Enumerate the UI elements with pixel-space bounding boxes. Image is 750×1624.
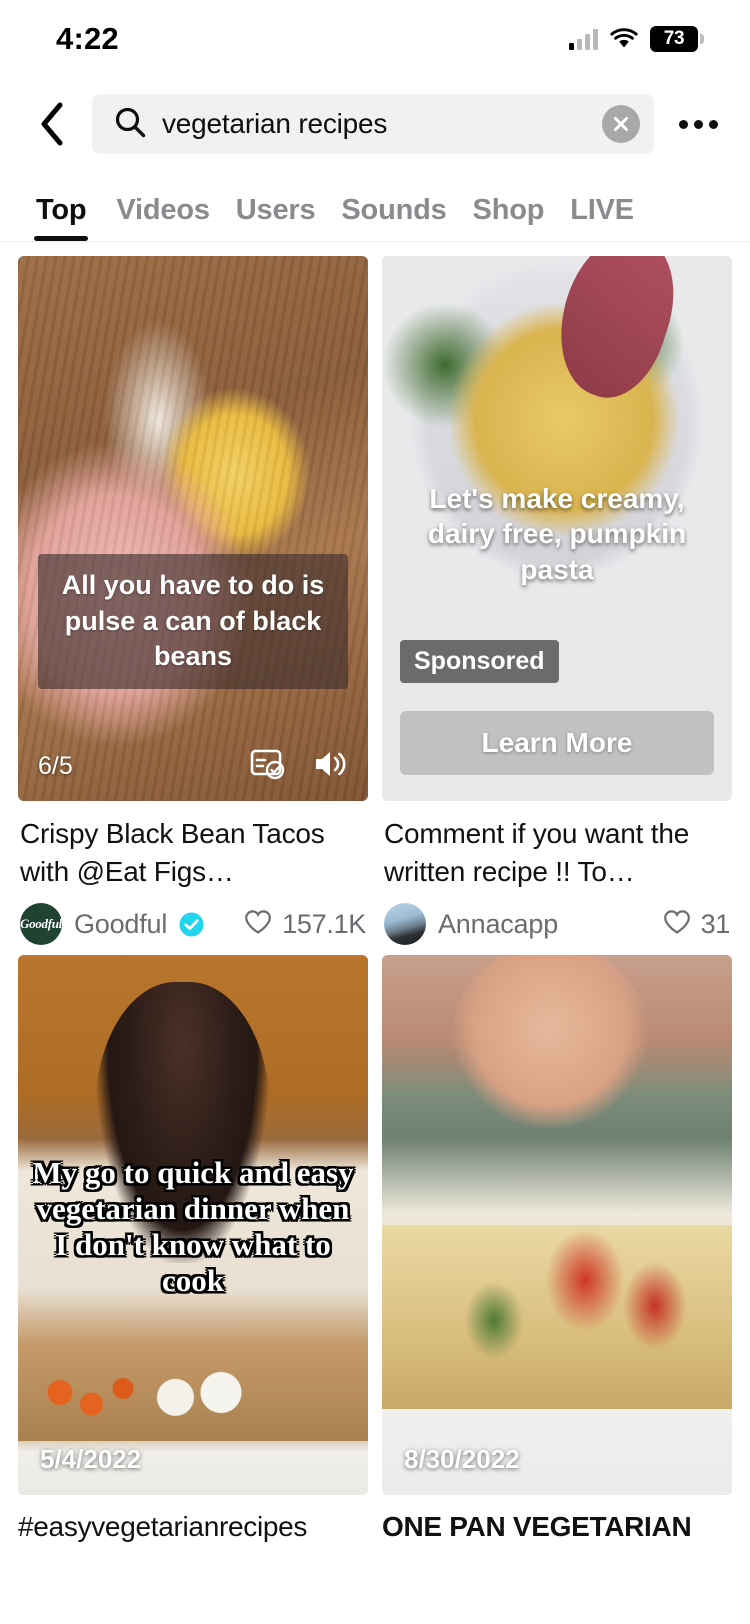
tab-users[interactable]: Users <box>236 194 342 241</box>
tab-shop[interactable]: Shop <box>473 194 571 241</box>
verified-badge-icon <box>179 912 204 937</box>
search-header: vegetarian recipes <box>0 78 750 170</box>
like-count-group: 31 <box>663 909 730 940</box>
video-title: Comment if you want the written recipe !… <box>384 818 690 888</box>
status-indicators: 73 <box>569 26 704 52</box>
video-thumbnail[interactable]: All you have to do is pulse a can of bla… <box>18 256 368 801</box>
status-time: 4:22 <box>56 21 119 56</box>
like-count-group: 157.1K <box>244 909 366 940</box>
video-date: 8/30/2022 <box>404 1444 520 1475</box>
thumbnail-image <box>18 256 368 801</box>
like-count: 157.1K <box>282 908 366 939</box>
search-query-text: vegetarian recipes <box>162 108 388 139</box>
more-options-icon[interactable] <box>672 98 724 150</box>
search-icon <box>114 106 146 143</box>
author-info[interactable]: Annacapp <box>384 903 559 946</box>
volume-on-icon[interactable] <box>312 748 348 785</box>
tab-live[interactable]: LIVE <box>570 194 660 241</box>
video-thumbnail[interactable]: My go to quick and easy vegetarian dinne… <box>18 955 368 1496</box>
video-title: Crispy Black Bean Tacos with @Eat Figs… <box>20 818 325 888</box>
wifi-icon <box>610 28 638 50</box>
cellular-signal-icon <box>569 28 598 50</box>
video-card[interactable]: My go to quick and easy vegetarian dinne… <box>18 955 368 1496</box>
captions-check-icon[interactable] <box>250 748 286 785</box>
video-thumbnail[interactable]: 8/30/2022 <box>382 955 732 1496</box>
author-name: Annacapp <box>438 908 559 939</box>
heart-icon <box>663 909 691 940</box>
video-card[interactable]: 8/30/2022 <box>382 955 732 1496</box>
battery-icon: 73 <box>650 26 704 52</box>
video-meta: Annacapp 31 <box>384 903 730 946</box>
avatar-label: Goodful <box>20 916 62 932</box>
bottom-titles-row: #easyvegetarianrecipes ONE PAN VEGETARIA… <box>0 1495 750 1543</box>
video-overlay-caption: All you have to do is pulse a can of bla… <box>38 554 348 689</box>
tab-videos[interactable]: Videos <box>116 194 235 241</box>
thumbnail-icons <box>250 748 348 785</box>
author-info[interactable]: Goodful Goodful <box>20 903 204 946</box>
video-meta: Goodful Goodful 157.1K <box>20 903 366 946</box>
video-title: ONE PAN VEGETARIAN <box>382 1511 692 1543</box>
like-count: 31 <box>700 908 731 939</box>
video-date: 5/4/2022 <box>40 1444 142 1475</box>
video-thumbnail[interactable]: Let's make creamy, dairy free, pumpkin p… <box>382 256 732 801</box>
thumbnail-footer: 6/5 <box>38 748 348 785</box>
clear-x-icon[interactable] <box>602 105 640 143</box>
video-overlay-caption: My go to quick and easy vegetarian dinne… <box>32 1155 354 1299</box>
learn-more-button[interactable]: Learn More <box>400 711 714 775</box>
video-card[interactable]: All you have to do is pulse a can of bla… <box>18 256 368 946</box>
video-card[interactable]: Let's make creamy, dairy free, pumpkin p… <box>382 256 732 946</box>
avatar[interactable] <box>384 903 426 946</box>
author-name: Goodful <box>74 908 168 939</box>
search-results-grid: All you have to do is pulse a can of bla… <box>0 242 750 1496</box>
avatar[interactable]: Goodful <box>20 903 62 946</box>
video-title: #easyvegetarianrecipes <box>18 1511 308 1543</box>
video-overlay-caption: Let's make creamy, dairy free, pumpkin p… <box>427 483 687 585</box>
overlay-caption-text: All you have to do is pulse a can of bla… <box>61 570 325 672</box>
status-bar: 4:22 73 <box>0 0 750 78</box>
heart-icon <box>244 909 272 940</box>
sponsored-badge: Sponsored <box>400 640 559 683</box>
battery-level: 73 <box>663 28 685 49</box>
thumbnail-image <box>382 955 732 1496</box>
back-button[interactable] <box>30 99 74 149</box>
search-tabs: Top Videos Users Sounds Shop LIVE <box>0 170 750 242</box>
tab-top[interactable]: Top <box>33 194 116 241</box>
page-indicator: 6/5 <box>38 752 73 780</box>
search-input[interactable]: vegetarian recipes <box>92 94 654 154</box>
tab-sounds[interactable]: Sounds <box>341 194 472 241</box>
